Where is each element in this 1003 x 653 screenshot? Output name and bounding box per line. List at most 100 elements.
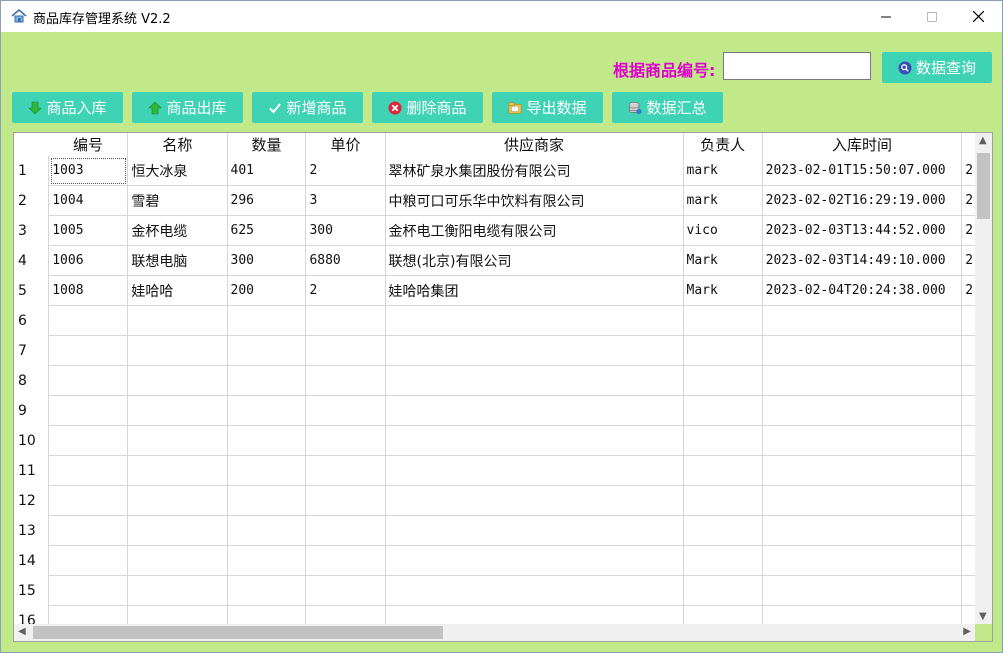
delete-product-button[interactable]: 删除商品 [372,92,483,123]
table-cell[interactable] [683,425,763,456]
maximize-button[interactable] [909,1,955,32]
table-cell[interactable]: 300 [305,215,386,246]
scroll-right-icon[interactable]: ▶ [963,626,971,637]
table-cell[interactable]: 2 [305,275,386,306]
scroll-down-icon[interactable]: ▼ [979,611,987,622]
table-cell[interactable] [385,365,684,396]
table-cell[interactable] [48,335,129,366]
table-cell[interactable] [48,305,129,336]
table-cell[interactable] [127,425,228,456]
table-cell[interactable] [683,455,763,486]
table-cell[interactable] [48,515,129,546]
table-cell[interactable]: mark [683,185,763,216]
table-row[interactable]: 6 [14,305,992,336]
table-cell[interactable] [127,545,228,576]
table-cell[interactable] [227,365,307,396]
scroll-left-icon[interactable]: ◀ [18,626,26,637]
table-cell[interactable] [227,395,307,426]
table-cell[interactable] [683,395,763,426]
table-cell[interactable] [48,365,129,396]
table-cell[interactable] [385,485,684,516]
column-header[interactable]: 入库时间 [762,133,963,156]
table-cell[interactable] [48,455,129,486]
table-cell[interactable] [127,395,228,426]
table-cell[interactable]: 2023-02-03T14:49:10.000 [762,245,963,276]
query-button[interactable]: 数据查询 [882,52,992,83]
minimize-button[interactable] [863,1,909,32]
scroll-up-icon[interactable]: ▲ [979,135,987,146]
table-cell[interactable]: 2023-02-01T15:50:07.000 [762,156,963,186]
table-cell[interactable] [127,575,228,606]
table-row[interactable]: 4 1006 联想电脑 300 6880 联想(北京)有限公司 Mark 202… [14,245,992,276]
table-cell[interactable]: 300 [227,245,307,276]
close-button[interactable] [955,1,1001,32]
table-row[interactable]: 14 [14,545,992,576]
table-cell[interactable]: 联想(北京)有限公司 [385,245,684,276]
table-cell[interactable] [762,575,963,606]
table-cell[interactable] [127,455,228,486]
table-cell[interactable] [683,305,763,336]
stock-out-button[interactable]: 商品出库 [132,92,243,123]
table-cell[interactable] [227,545,307,576]
table-cell[interactable] [305,515,386,546]
table-cell[interactable] [385,335,684,366]
table-cell[interactable]: mark [683,156,763,186]
table-cell[interactable]: 娃哈哈 [127,275,228,306]
vertical-scroll-thumb[interactable] [977,153,990,219]
table-cell[interactable] [127,515,228,546]
table-row[interactable]: 13 [14,515,992,546]
table-cell[interactable]: Mark [683,245,763,276]
table-cell[interactable] [127,365,228,396]
table-cell[interactable] [48,575,129,606]
table-cell[interactable] [127,305,228,336]
table-cell[interactable] [762,395,963,426]
table-cell[interactable]: 1003 [48,156,129,186]
table-cell[interactable]: 联想电脑 [127,245,228,276]
table-cell[interactable] [305,575,386,606]
table-cell[interactable] [227,485,307,516]
table-cell[interactable]: 2023-02-02T16:29:19.000 [762,185,963,216]
table-cell[interactable] [683,485,763,516]
inventory-table[interactable]: 编号 名称 数量 单价 供应商家 负责人 入库时间 1 1003 恒大冰泉 40… [13,132,993,642]
table-cell[interactable] [227,515,307,546]
table-cell[interactable] [762,335,963,366]
horizontal-scrollbar[interactable]: ◀ ▶ [14,624,975,641]
table-cell[interactable] [227,335,307,366]
table-cell[interactable]: 恒大冰泉 [127,156,228,186]
table-cell[interactable] [385,455,684,486]
table-cell[interactable]: 1004 [48,185,129,216]
data-summary-button[interactable]: 数据汇总 [612,92,723,123]
table-cell[interactable] [762,545,963,576]
table-cell[interactable]: 3 [305,185,386,216]
table-cell[interactable]: 296 [227,185,307,216]
add-product-button[interactable]: 新增商品 [252,92,363,123]
table-cell[interactable]: 金杯电缆 [127,215,228,246]
table-cell[interactable]: 雪碧 [127,185,228,216]
table-row[interactable]: 7 [14,335,992,366]
product-id-input[interactable] [723,52,871,80]
table-cell[interactable]: 2023-02-04T20:24:38.000 [762,275,963,306]
table-cell[interactable]: Mark [683,275,763,306]
table-cell[interactable] [305,485,386,516]
table-cell[interactable] [762,305,963,336]
table-cell[interactable] [305,365,386,396]
table-cell[interactable] [385,515,684,546]
table-cell[interactable] [48,485,129,516]
table-cell[interactable] [305,395,386,426]
table-cell[interactable]: 1005 [48,215,129,246]
table-cell[interactable]: vico [683,215,763,246]
table-cell[interactable] [305,335,386,366]
table-cell[interactable] [385,395,684,426]
table-cell[interactable]: 200 [227,275,307,306]
table-cell[interactable] [48,545,129,576]
table-cell[interactable] [683,545,763,576]
table-cell[interactable] [762,425,963,456]
table-cell[interactable] [385,545,684,576]
table-cell[interactable] [683,575,763,606]
table-cell[interactable]: 1006 [48,245,129,276]
column-header[interactable]: 供应商家 [385,133,684,156]
table-cell[interactable] [305,455,386,486]
table-cell[interactable]: 625 [227,215,307,246]
horizontal-scroll-thumb[interactable] [33,626,443,639]
table-cell[interactable]: 1008 [48,275,129,306]
